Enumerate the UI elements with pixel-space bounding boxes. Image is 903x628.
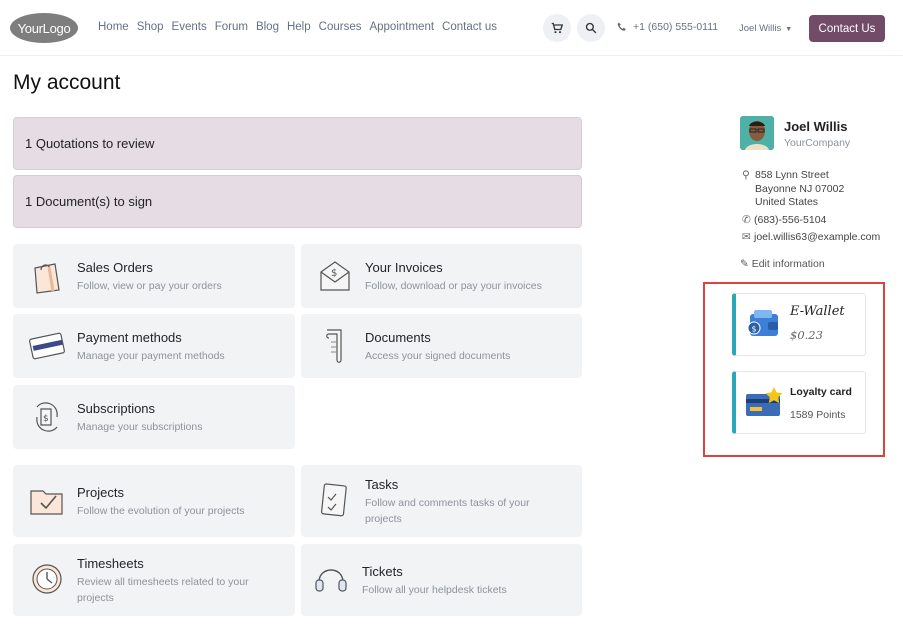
card-description: Access your signed documents: [365, 350, 511, 362]
phone-icon: ✆: [742, 214, 751, 226]
ewallet-card[interactable]: $ E-Wallet $0.23: [732, 293, 866, 356]
card-payment-methods[interactable]: Payment methods Manage your payment meth…: [13, 314, 295, 378]
card-title: Payment methods: [77, 330, 182, 345]
svg-text:$: $: [331, 268, 337, 279]
main-nav: Home Shop Events Forum Blog Help Courses…: [98, 21, 505, 33]
cart-icon: [551, 22, 563, 34]
card-title: Sales Orders: [77, 260, 153, 275]
card-description: Follow, view or pay your orders: [77, 280, 222, 292]
document-icon: [326, 329, 342, 363]
quotations-alert[interactable]: 1 Quotations to review: [13, 117, 582, 170]
page-title: My account: [13, 71, 121, 94]
header-phone[interactable]: +1 (650) 555-0111: [617, 21, 718, 33]
loyalty-card-icon: [746, 387, 783, 416]
contact-us-button[interactable]: Contact Us: [809, 15, 885, 42]
logo-text: YourLogo: [17, 20, 71, 36]
invoice-envelope-icon: $: [320, 261, 350, 291]
nav-forum[interactable]: Forum: [215, 21, 248, 33]
edit-information-link[interactable]: ✎ Edit information: [740, 258, 825, 270]
card-description: Follow and comments tasks of your projec…: [365, 497, 530, 525]
card-documents[interactable]: Documents Access your signed documents: [301, 314, 582, 378]
headset-icon: [315, 569, 347, 592]
search-icon: [585, 22, 597, 34]
card-title: Projects: [77, 485, 124, 500]
nav-help[interactable]: Help: [287, 21, 311, 33]
map-marker-icon: ⚲: [742, 169, 750, 181]
card-subscriptions[interactable]: $ Subscriptions Manage your subscription…: [13, 385, 295, 449]
card-projects[interactable]: Projects Follow the evolution of your pr…: [13, 465, 295, 537]
phone-icon: [617, 22, 626, 31]
profile-phone: ✆ (683)-556-5104: [742, 214, 826, 228]
clock-icon: [32, 564, 62, 594]
profile-name: Joel Willis: [784, 119, 848, 134]
profile-phone-number: (683)-556-5104: [754, 214, 827, 226]
avatar-image: [740, 116, 774, 150]
nav-home[interactable]: Home: [98, 21, 129, 33]
subscription-icon: $: [36, 402, 58, 432]
shopping-bag-icon: [34, 263, 60, 294]
cart-button[interactable]: [543, 14, 571, 42]
card-description: Manage your payment methods: [77, 350, 225, 362]
credit-card-icon: [29, 332, 65, 360]
edit-information-label: Edit information: [751, 258, 825, 270]
envelope-icon: ✉: [742, 231, 751, 243]
loyalty-card[interactable]: Loyalty card 1589 Points: [732, 371, 866, 434]
card-title: Subscriptions: [77, 401, 156, 416]
address-line: United States: [755, 196, 819, 208]
pencil-icon: ✎: [740, 258, 752, 270]
card-timesheets[interactable]: Timesheets Review all timesheets related…: [13, 544, 295, 616]
profile-email-address: joel.willis63@example.com: [754, 231, 881, 243]
company-logo[interactable]: YourLogo: [10, 13, 78, 43]
card-invoices[interactable]: $ Your Invoices Follow, download or pay …: [301, 244, 582, 308]
card-description: Follow the evolution of your projects: [77, 505, 245, 517]
card-title: Documents: [365, 330, 431, 345]
profile-email: ✉ joel.willis63@example.com: [742, 231, 880, 245]
card-description: Follow all your helpdesk tickets: [362, 584, 507, 596]
folder-check-icon: [30, 490, 63, 515]
card-title: Tasks: [365, 477, 399, 492]
profile-address: 858 Lynn Street Bayonne NJ 07002 United …: [755, 169, 844, 210]
card-sales-orders[interactable]: Sales Orders Follow, view or pay your or…: [13, 244, 295, 308]
card-description: Review all timesheets related to your pr…: [77, 576, 249, 604]
profile-company: YourCompany: [784, 137, 851, 149]
loyalty-title: Loyalty card: [790, 386, 852, 398]
nav-blog[interactable]: Blog: [256, 21, 279, 33]
svg-text:$: $: [752, 325, 757, 334]
card-description: Follow, download or pay your invoices: [365, 280, 542, 292]
address-line: 858 Lynn Street: [755, 169, 829, 181]
card-tasks[interactable]: Tasks Follow and comments tasks of your …: [301, 465, 582, 537]
loyalty-points: 1589 Points: [790, 409, 846, 421]
search-button[interactable]: [577, 14, 605, 42]
nav-events[interactable]: Events: [172, 21, 207, 33]
avatar: [740, 116, 774, 150]
nav-appointment[interactable]: Appointment: [369, 21, 434, 33]
wallet-icon: $: [747, 310, 778, 336]
nav-contact-us[interactable]: Contact us: [442, 21, 497, 33]
caret-down-icon: ▼: [785, 26, 793, 33]
nav-courses[interactable]: Courses: [319, 21, 362, 33]
user-menu-name: Joel Willis: [739, 23, 782, 34]
documents-alert[interactable]: 1 Document(s) to sign: [13, 175, 582, 228]
user-menu-dropdown[interactable]: Joel Willis ▼: [739, 23, 792, 34]
card-title: Timesheets: [77, 556, 144, 571]
card-title: Tickets: [362, 564, 403, 579]
card-tickets[interactable]: Tickets Follow all your helpdesk tickets: [301, 544, 582, 616]
header-phone-number: +1 (650) 555-0111: [633, 21, 719, 33]
nav-shop[interactable]: Shop: [137, 21, 164, 33]
card-description: Manage your subscriptions: [77, 421, 203, 433]
address-line: Bayonne NJ 07002: [755, 182, 845, 195]
card-title: Your Invoices: [365, 260, 443, 275]
task-clipboard-icon: [320, 483, 347, 517]
top-navbar: YourLogo Home Shop Events Forum Blog Hel…: [0, 0, 903, 56]
ewallet-title: E-Wallet: [790, 304, 845, 319]
svg-text:$: $: [43, 414, 49, 424]
ewallet-amount: $0.23: [790, 328, 823, 342]
